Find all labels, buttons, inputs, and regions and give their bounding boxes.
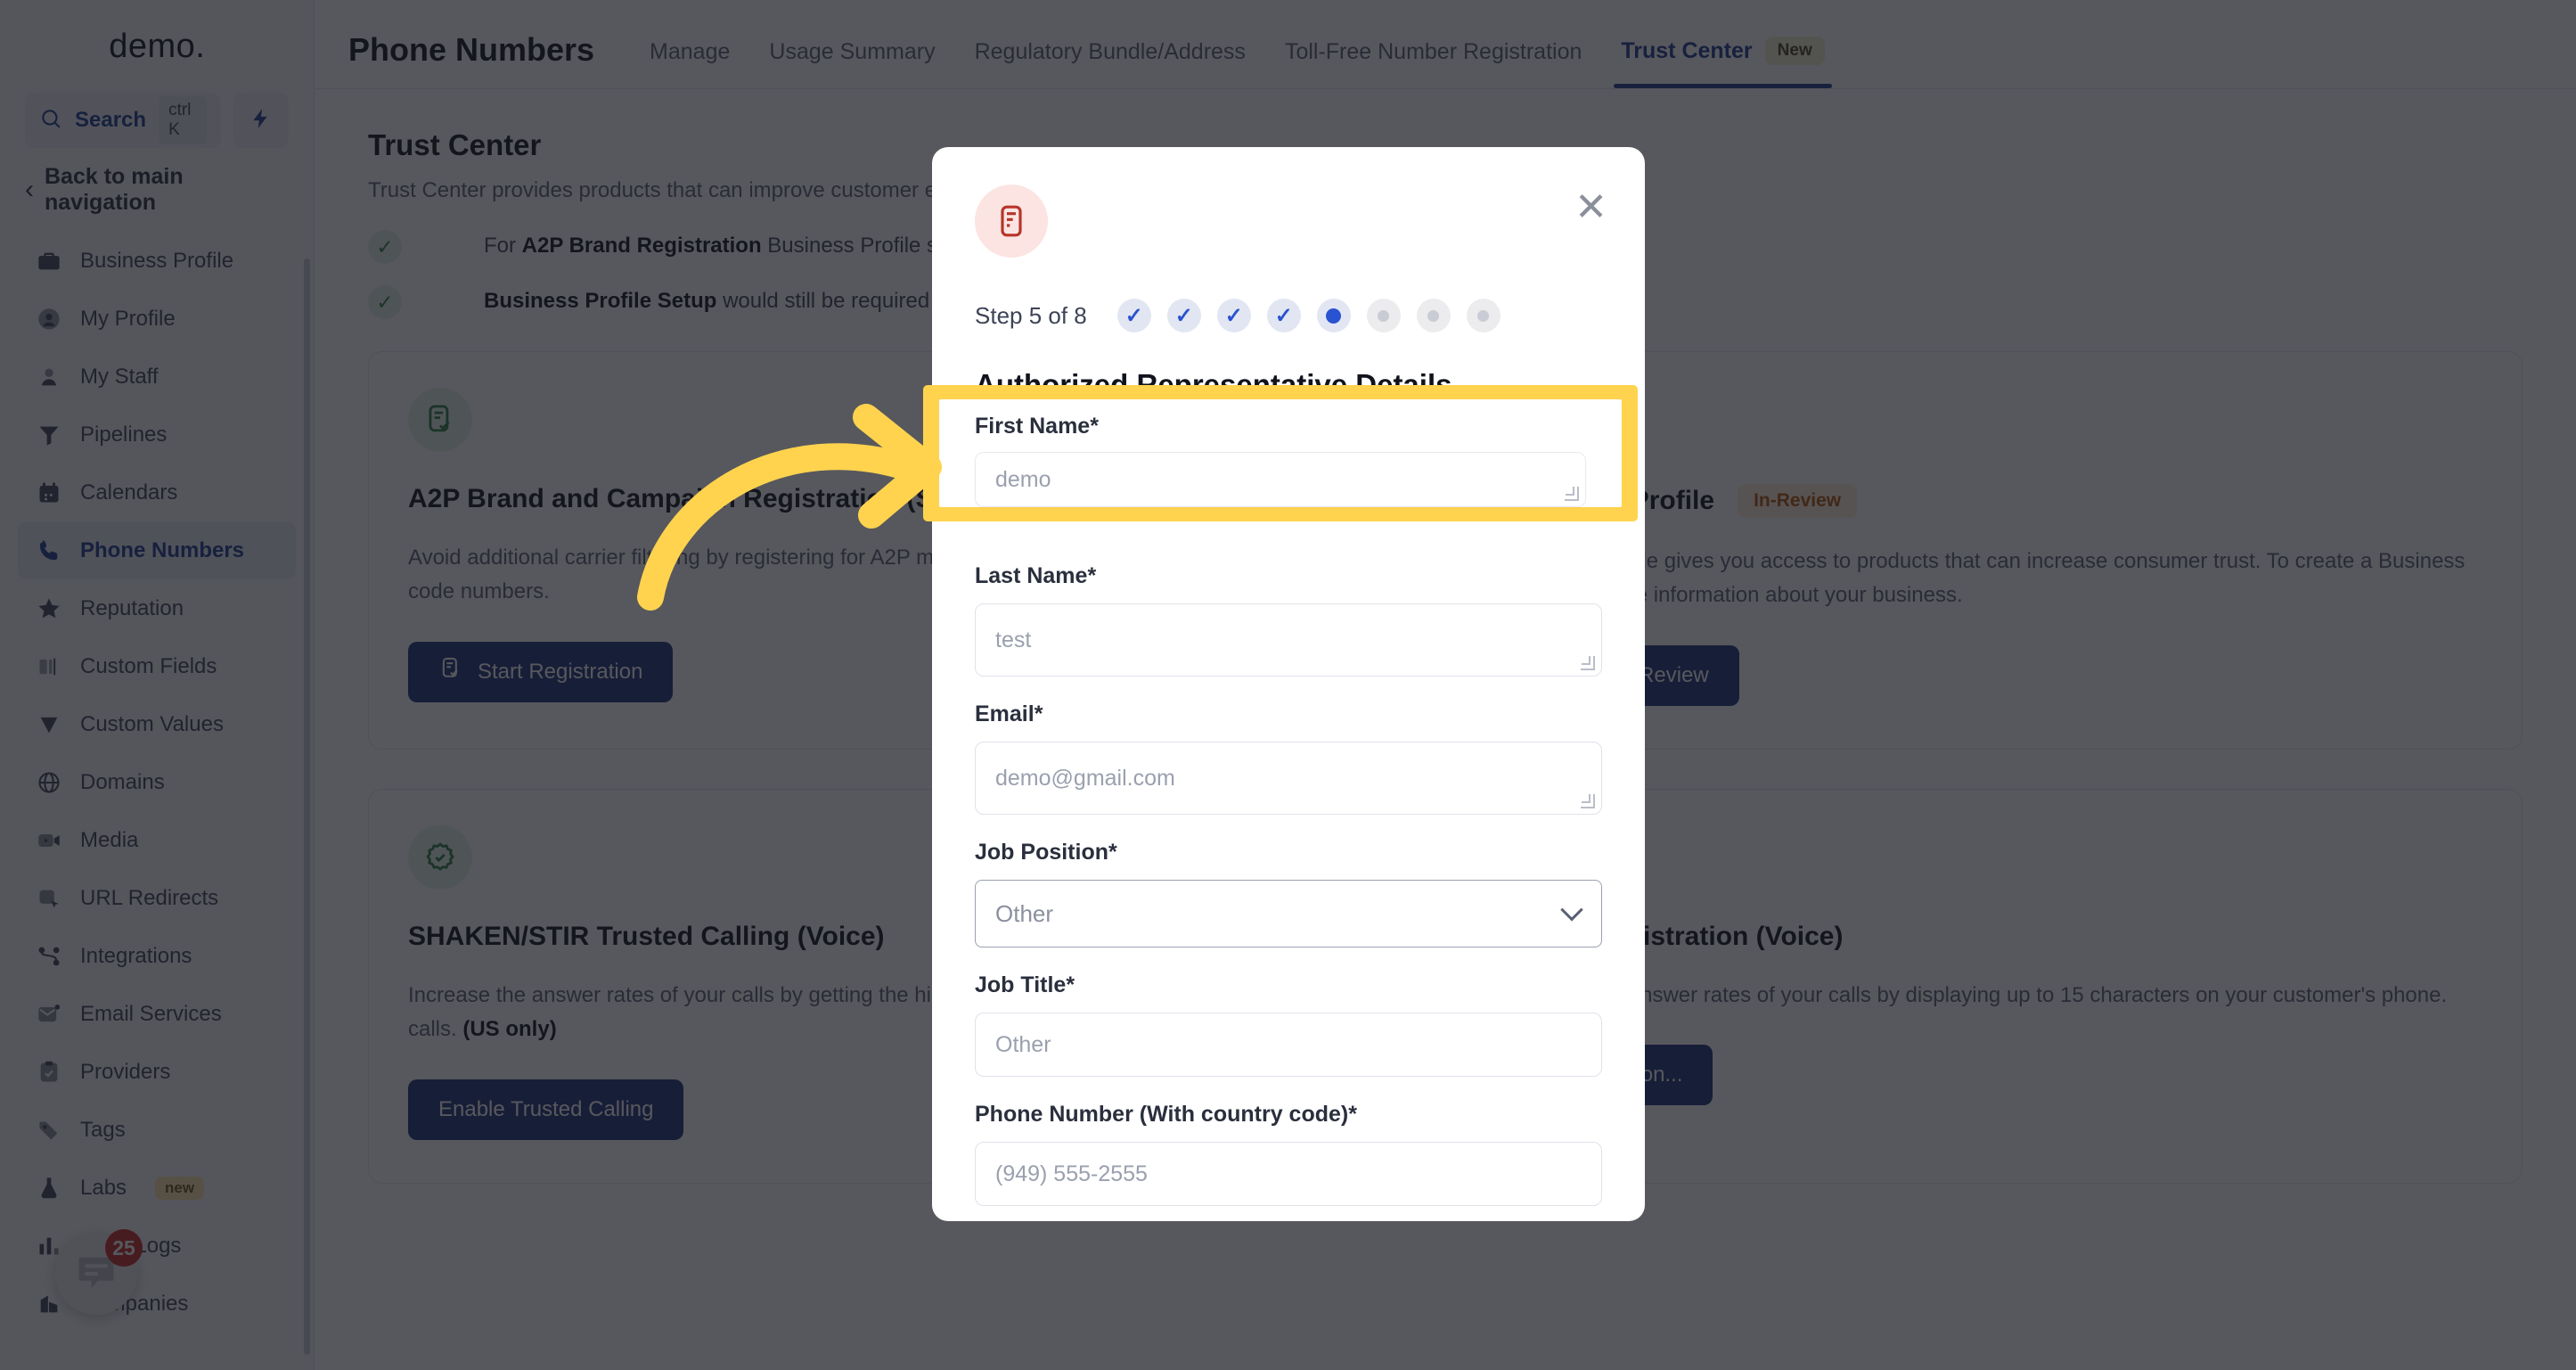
step-dot-4[interactable]: ✓ <box>1266 299 1301 332</box>
step-dot-2[interactable]: ✓ <box>1166 299 1201 332</box>
field-label: Email* <box>975 701 1043 726</box>
placeholder: demo <box>995 466 1051 492</box>
chevron-down-icon <box>1562 908 1582 919</box>
highlight-content: First Name* demo <box>939 399 1622 507</box>
modal-form: First Name* demo Last Name* test Email* … <box>932 402 1645 1206</box>
step-label: Step 5 of 8 <box>975 301 1087 329</box>
document-lines-icon <box>975 185 1048 258</box>
step-dot-5[interactable] <box>1316 299 1351 332</box>
step-dot-8[interactable] <box>1466 299 1501 332</box>
field-email: Email* demo@gmail.com <box>975 701 1602 815</box>
last-name-input[interactable]: test <box>975 603 1602 677</box>
placeholder: Other <box>995 1031 1051 1057</box>
field-label: Job Title* <box>975 972 1075 997</box>
job-position-select[interactable]: Other <box>975 880 1602 948</box>
resize-handle-icon[interactable] <box>1565 487 1579 501</box>
resize-handle-icon[interactable] <box>1581 794 1595 808</box>
placeholder: test <box>995 627 1032 652</box>
email-input[interactable]: demo@gmail.com <box>975 742 1602 815</box>
placeholder: demo@gmail.com <box>995 765 1175 791</box>
step-dot-1[interactable]: ✓ <box>1116 299 1151 332</box>
field-phone-number: Phone Number (With country code)* (949) … <box>975 1102 1602 1206</box>
step-dot-3[interactable]: ✓ <box>1216 299 1251 332</box>
first-name-input-highlighted[interactable]: demo <box>975 452 1586 507</box>
field-label: Last Name* <box>975 563 1097 588</box>
field-job-title: Job Title* Other <box>975 972 1602 1077</box>
step-indicator: Step 5 of 8 ✓ ✓ ✓ ✓ <box>932 299 1645 332</box>
resize-handle-icon[interactable] <box>1581 656 1595 670</box>
highlight-box: First Name* demo <box>923 385 1638 521</box>
field-last-name: Last Name* test <box>975 563 1602 677</box>
placeholder: (949) 555-2555 <box>995 1161 1148 1186</box>
highlight-field-label: First Name* <box>975 414 1099 439</box>
authorized-representative-modal: ✕ Step 5 of 8 ✓ ✓ ✓ ✓ Authorized Represe… <box>932 147 1645 1221</box>
step-dot-7[interactable] <box>1416 299 1451 332</box>
job-title-input[interactable]: Other <box>975 1013 1602 1077</box>
phone-number-input[interactable]: (949) 555-2555 <box>975 1142 1602 1206</box>
step-dot-6[interactable] <box>1366 299 1401 332</box>
selected-value: Other <box>995 899 1054 927</box>
field-label: Job Position* <box>975 840 1117 865</box>
annotation-arrow <box>637 404 942 611</box>
modal-header: ✕ <box>932 147 1645 258</box>
close-icon[interactable]: ✕ <box>1574 188 1607 227</box>
screen-root: demo . Search ctrl K <box>0 0 2576 1370</box>
field-label: Phone Number (With country code)* <box>975 1102 1357 1127</box>
field-job-position: Job Position* Other <box>975 840 1602 948</box>
